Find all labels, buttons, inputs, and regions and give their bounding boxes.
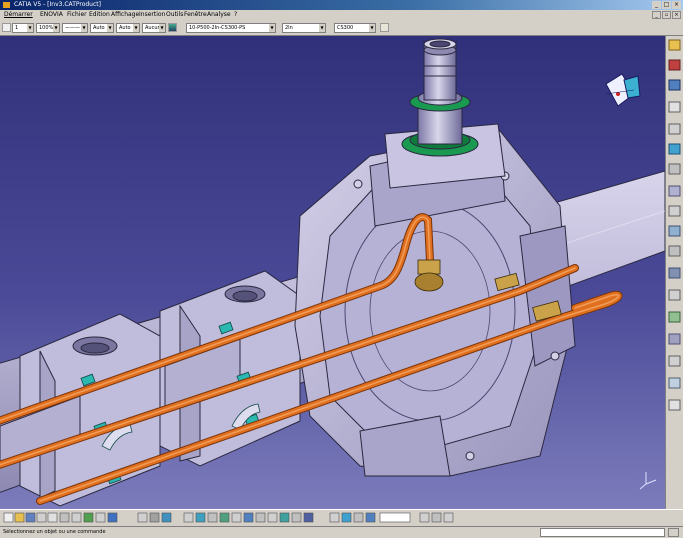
shaft-housing-left — [0, 270, 301, 507]
compass-icon[interactable] — [605, 73, 641, 107]
render-combo[interactable]: Aucun ▼ — [142, 23, 166, 33]
document-controls: _ ▫ × — [652, 11, 681, 19]
menu-enovia[interactable]: ENOVIA — [40, 10, 63, 20]
dropdown-arrow-icon: ▼ — [369, 24, 375, 32]
menu-affichage[interactable]: Affichage — [111, 10, 139, 20]
command-input[interactable] — [540, 528, 665, 537]
lineweight-combo-value: Auto — [93, 25, 105, 31]
menu-insertion[interactable]: Insertion — [139, 10, 165, 20]
status-message: Sélectionnez un objet ou une commande — [3, 529, 106, 535]
lineweight-combo[interactable]: Auto ▼ — [90, 23, 114, 33]
bottom-toolbar-icons — [3, 512, 454, 523]
point-combo-value: Auto — [119, 25, 131, 31]
menu-fichier[interactable]: Fichier — [67, 10, 87, 20]
catia-window: CATIA V5 - [Inv3.CATProduct] _ □ × Démar… — [0, 0, 683, 538]
doc-minimize-icon[interactable]: _ — [652, 11, 661, 19]
menu-bar: Démarrer ENOVIA Fichier Edition Affichag… — [0, 10, 683, 20]
window-controls: _ □ × — [652, 1, 681, 9]
menu-fenetre[interactable]: Fenêtre — [184, 10, 207, 20]
3d-model-canvas — [0, 38, 665, 507]
size-combo-value: 2In — [285, 25, 293, 31]
window-title: CATIA V5 - [Inv3.CATProduct] — [14, 1, 101, 8]
properties-toolbar: 1 ▼ 100% ▼ ——— ▼ Auto ▼ Auto ▼ Aucun ▼ 10-P500… — [0, 20, 683, 36]
bottom-toolbar — [0, 509, 683, 526]
right-toolbar-icons — [668, 39, 681, 411]
menu-demarrer[interactable]: Démarrer — [4, 10, 33, 20]
layer-combo-value: 1 — [15, 25, 19, 31]
transparency-combo-value: 100% — [39, 25, 54, 31]
linetype-combo-value: ——— — [65, 25, 80, 31]
menu-edition[interactable]: Edition — [89, 10, 110, 20]
pipe-spec-combo-value: 10-P500-2In-CS300-PS — [189, 25, 246, 31]
pipe-spec-combo[interactable]: 10-P500-2In-CS300-PS ▼ — [186, 23, 276, 33]
maximize-icon[interactable]: □ — [662, 1, 671, 9]
menu-analyse[interactable]: Analyse — [207, 10, 231, 20]
catia-app-icon — [3, 2, 10, 8]
size-combo[interactable]: 2In ▼ — [282, 23, 326, 33]
class-combo-value: CS300 — [337, 25, 354, 31]
axis-triad-icon — [639, 472, 657, 490]
class-combo[interactable]: CS300 ▼ — [334, 23, 376, 33]
point-combo[interactable]: Auto ▼ — [116, 23, 140, 33]
status-bar: Sélectionnez un objet ou une commande — [0, 526, 683, 538]
doc-close-icon[interactable]: × — [672, 11, 681, 19]
toolbar-icon[interactable] — [3, 512, 454, 523]
right-toolbar — [665, 36, 683, 509]
dropdown-arrow-icon: ▼ — [81, 24, 87, 32]
dropdown-arrow-icon: ▼ — [27, 24, 33, 32]
dropdown-arrow-icon: ▼ — [269, 24, 275, 32]
transparency-combo[interactable]: 100% ▼ — [36, 23, 60, 33]
dropdown-arrow-icon: ▼ — [319, 24, 325, 32]
spec-icon[interactable] — [380, 23, 389, 32]
grip-icon — [2, 23, 11, 32]
dropdown-arrow-icon: ▼ — [133, 24, 139, 32]
paint-icon[interactable] — [168, 23, 177, 32]
top-flange-assembly — [384, 38, 506, 189]
doc-restore-icon[interactable]: ▫ — [662, 11, 671, 19]
dropdown-arrow-icon: ▼ — [159, 24, 165, 32]
menu-outils[interactable]: Outils — [166, 10, 183, 20]
3d-viewport[interactable] — [0, 36, 665, 509]
command-button[interactable] — [668, 528, 679, 537]
menu-help[interactable]: ? — [234, 10, 237, 20]
dropdown-arrow-icon: ▼ — [53, 24, 59, 32]
linetype-combo[interactable]: ——— ▼ — [62, 23, 88, 33]
close-icon[interactable]: × — [672, 1, 681, 9]
minimize-icon[interactable]: _ — [652, 1, 661, 9]
dropdown-arrow-icon: ▼ — [107, 24, 113, 32]
title-bar: CATIA V5 - [Inv3.CATProduct] _ □ × — [0, 0, 683, 10]
layer-combo[interactable]: 1 ▼ — [12, 23, 34, 33]
toolbar-icon[interactable] — [668, 39, 681, 411]
